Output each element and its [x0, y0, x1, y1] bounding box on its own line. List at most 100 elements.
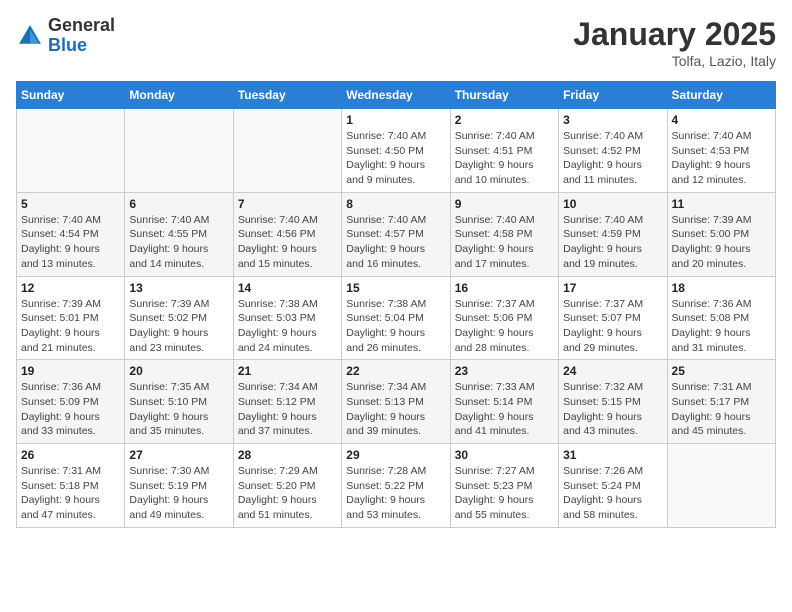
calendar-cell: 9 Sunrise: 7:40 AM Sunset: 4:58 PM Daylig… [450, 192, 558, 276]
day-info: Sunrise: 7:36 AM Sunset: 5:08 PM Dayligh… [672, 297, 771, 356]
day-number: 10 [563, 197, 662, 211]
page-header: General Blue January 2025 Tolfa, Lazio, … [16, 16, 776, 69]
col-header-thursday: Thursday [450, 82, 558, 109]
day-info: Sunrise: 7:37 AM Sunset: 5:07 PM Dayligh… [563, 297, 662, 356]
calendar-cell: 3 Sunrise: 7:40 AM Sunset: 4:52 PM Daylig… [559, 109, 667, 193]
title-block: January 2025 Tolfa, Lazio, Italy [573, 16, 776, 69]
calendar-week-row: 26Sunrise: 7:31 AM Sunset: 5:18 PM Dayli… [17, 444, 776, 528]
day-number: 2 [455, 113, 554, 127]
calendar-cell: 21 Sunrise: 7:34 AM Sunset: 5:12 PM Dayli… [233, 360, 341, 444]
day-number: 18 [672, 281, 771, 295]
day-info: Sunrise: 7:38 AM Sunset: 5:04 PM Dayligh… [346, 297, 445, 356]
calendar-cell: 12 Sunrise: 7:39 AM Sunset: 5:01 PM Dayli… [17, 276, 125, 360]
calendar-week-row: 19 Sunrise: 7:36 AM Sunset: 5:09 PM Dayli… [17, 360, 776, 444]
day-number: 13 [129, 281, 228, 295]
calendar-cell: 25 Sunrise: 7:31 AM Sunset: 5:17 PM Dayli… [667, 360, 775, 444]
day-info: Sunrise: 7:26 AM Sunset: 5:24 PM Dayligh… [563, 464, 662, 523]
calendar-cell: 2Sunrise: 7:40 AM Sunset: 4:51 PM Daylig… [450, 109, 558, 193]
calendar-week-row: 1 Sunrise: 7:40 AM Sunset: 4:50 PM Daylig… [17, 109, 776, 193]
day-number: 12 [21, 281, 120, 295]
day-info: Sunrise: 7:40 AM Sunset: 4:53 PM Dayligh… [672, 129, 771, 188]
calendar-cell: 20Sunrise: 7:35 AM Sunset: 5:10 PM Dayli… [125, 360, 233, 444]
day-number: 24 [563, 364, 662, 378]
calendar-cell: 29 Sunrise: 7:28 AM Sunset: 5:22 PM Dayli… [342, 444, 450, 528]
day-info: Sunrise: 7:40 AM Sunset: 4:55 PM Dayligh… [129, 213, 228, 272]
calendar-cell: 1 Sunrise: 7:40 AM Sunset: 4:50 PM Daylig… [342, 109, 450, 193]
calendar-cell: 4 Sunrise: 7:40 AM Sunset: 4:53 PM Daylig… [667, 109, 775, 193]
calendar-cell: 30 Sunrise: 7:27 AM Sunset: 5:23 PM Dayli… [450, 444, 558, 528]
day-number: 29 [346, 448, 445, 462]
day-info: Sunrise: 7:40 AM Sunset: 4:52 PM Dayligh… [563, 129, 662, 188]
day-info: Sunrise: 7:40 AM Sunset: 4:54 PM Dayligh… [21, 213, 120, 272]
calendar-cell: 28Sunrise: 7:29 AM Sunset: 5:20 PM Dayli… [233, 444, 341, 528]
logo-icon [16, 22, 44, 50]
calendar-cell: 19 Sunrise: 7:36 AM Sunset: 5:09 PM Dayli… [17, 360, 125, 444]
calendar-cell: 22 Sunrise: 7:34 AM Sunset: 5:13 PM Dayli… [342, 360, 450, 444]
day-info: Sunrise: 7:37 AM Sunset: 5:06 PM Dayligh… [455, 297, 554, 356]
calendar-cell: 16 Sunrise: 7:37 AM Sunset: 5:06 PM Dayli… [450, 276, 558, 360]
day-number: 19 [21, 364, 120, 378]
calendar-cell: 6 Sunrise: 7:40 AM Sunset: 4:55 PM Daylig… [125, 192, 233, 276]
day-info: Sunrise: 7:33 AM Sunset: 5:14 PM Dayligh… [455, 380, 554, 439]
day-info: Sunrise: 7:34 AM Sunset: 5:13 PM Dayligh… [346, 380, 445, 439]
day-number: 23 [455, 364, 554, 378]
calendar-cell: 14Sunrise: 7:38 AM Sunset: 5:03 PM Dayli… [233, 276, 341, 360]
day-info: Sunrise: 7:28 AM Sunset: 5:22 PM Dayligh… [346, 464, 445, 523]
day-number: 9 [455, 197, 554, 211]
month-title: January 2025 [573, 16, 776, 53]
day-number: 8 [346, 197, 445, 211]
calendar-cell [233, 109, 341, 193]
day-number: 3 [563, 113, 662, 127]
day-info: Sunrise: 7:39 AM Sunset: 5:00 PM Dayligh… [672, 213, 771, 272]
calendar-week-row: 12 Sunrise: 7:39 AM Sunset: 5:01 PM Dayli… [17, 276, 776, 360]
day-info: Sunrise: 7:40 AM Sunset: 4:50 PM Dayligh… [346, 129, 445, 188]
day-number: 6 [129, 197, 228, 211]
calendar-cell: 7 Sunrise: 7:40 AM Sunset: 4:56 PM Daylig… [233, 192, 341, 276]
day-number: 30 [455, 448, 554, 462]
day-number: 27 [129, 448, 228, 462]
calendar-cell: 5 Sunrise: 7:40 AM Sunset: 4:54 PM Daylig… [17, 192, 125, 276]
day-number: 21 [238, 364, 337, 378]
day-number: 25 [672, 364, 771, 378]
col-header-tuesday: Tuesday [233, 82, 341, 109]
day-number: 31 [563, 448, 662, 462]
day-number: 1 [346, 113, 445, 127]
day-info: Sunrise: 7:31 AM Sunset: 5:18 PM Dayligh… [21, 464, 120, 523]
day-info: Sunrise: 7:36 AM Sunset: 5:09 PM Dayligh… [21, 380, 120, 439]
day-number: 22 [346, 364, 445, 378]
day-number: 28 [238, 448, 337, 462]
day-info: Sunrise: 7:35 AM Sunset: 5:10 PM Dayligh… [129, 380, 228, 439]
logo-general-text: General [48, 15, 115, 35]
day-info: Sunrise: 7:27 AM Sunset: 5:23 PM Dayligh… [455, 464, 554, 523]
day-number: 11 [672, 197, 771, 211]
day-info: Sunrise: 7:34 AM Sunset: 5:12 PM Dayligh… [238, 380, 337, 439]
calendar-cell: 13 Sunrise: 7:39 AM Sunset: 5:02 PM Dayli… [125, 276, 233, 360]
day-info: Sunrise: 7:40 AM Sunset: 4:56 PM Dayligh… [238, 213, 337, 272]
day-info: Sunrise: 7:39 AM Sunset: 5:02 PM Dayligh… [129, 297, 228, 356]
day-info: Sunrise: 7:39 AM Sunset: 5:01 PM Dayligh… [21, 297, 120, 356]
day-info: Sunrise: 7:32 AM Sunset: 5:15 PM Dayligh… [563, 380, 662, 439]
calendar-week-row: 5 Sunrise: 7:40 AM Sunset: 4:54 PM Daylig… [17, 192, 776, 276]
calendar-cell: 10 Sunrise: 7:40 AM Sunset: 4:59 PM Dayli… [559, 192, 667, 276]
day-info: Sunrise: 7:31 AM Sunset: 5:17 PM Dayligh… [672, 380, 771, 439]
day-number: 7 [238, 197, 337, 211]
calendar-cell [125, 109, 233, 193]
location: Tolfa, Lazio, Italy [573, 53, 776, 69]
day-info: Sunrise: 7:30 AM Sunset: 5:19 PM Dayligh… [129, 464, 228, 523]
day-number: 4 [672, 113, 771, 127]
calendar-cell: 23 Sunrise: 7:33 AM Sunset: 5:14 PM Dayli… [450, 360, 558, 444]
col-header-wednesday: Wednesday [342, 82, 450, 109]
day-number: 16 [455, 281, 554, 295]
col-header-saturday: Saturday [667, 82, 775, 109]
calendar-cell: 11 Sunrise: 7:39 AM Sunset: 5:00 PM Dayli… [667, 192, 775, 276]
day-info: Sunrise: 7:40 AM Sunset: 4:57 PM Dayligh… [346, 213, 445, 272]
day-info: Sunrise: 7:40 AM Sunset: 4:58 PM Dayligh… [455, 213, 554, 272]
calendar-cell: 31 Sunrise: 7:26 AM Sunset: 5:24 PM Dayli… [559, 444, 667, 528]
day-number: 5 [21, 197, 120, 211]
day-info: Sunrise: 7:40 AM Sunset: 4:59 PM Dayligh… [563, 213, 662, 272]
col-header-friday: Friday [559, 82, 667, 109]
calendar-cell: 18 Sunrise: 7:36 AM Sunset: 5:08 PM Dayli… [667, 276, 775, 360]
calendar-cell: 26Sunrise: 7:31 AM Sunset: 5:18 PM Dayli… [17, 444, 125, 528]
day-number: 15 [346, 281, 445, 295]
day-number: 17 [563, 281, 662, 295]
